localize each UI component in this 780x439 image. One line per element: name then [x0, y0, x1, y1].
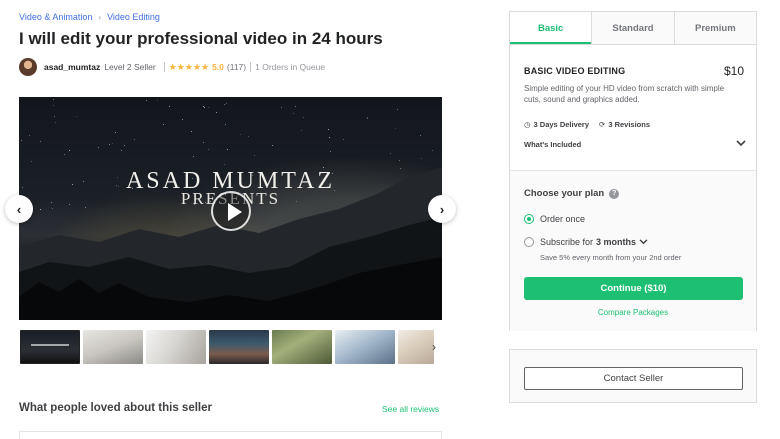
package-header: BASIC VIDEO EDITING $10	[524, 64, 744, 78]
star-rating-icon: ★★★★★	[168, 61, 210, 72]
continue-button[interactable]: Continue ($10)	[524, 277, 743, 300]
gallery-thumbnail[interactable]	[335, 330, 395, 364]
order-once-label: Order once	[540, 214, 586, 224]
tab-standard[interactable]: Standard	[591, 12, 674, 44]
chevron-left-icon: ‹	[16, 201, 22, 217]
breadcrumb-link-video-animation[interactable]: Video & Animation	[19, 12, 92, 22]
divider	[163, 62, 165, 72]
subscribe-label: Subscribe for	[540, 237, 594, 247]
choose-plan-heading: Choose your plan ?	[524, 188, 620, 199]
play-icon[interactable]	[211, 191, 251, 231]
package-price: $10	[723, 64, 744, 78]
revisions: ⟳ 3 Revisions	[599, 120, 650, 129]
tab-basic[interactable]: Basic	[510, 12, 592, 44]
package-meta: ◷ 3 Days Delivery ⟳ 3 Revisions	[524, 120, 650, 129]
refresh-icon: ⟳	[599, 120, 606, 129]
seller-overview: asad_mumtaz Level 2 Seller ★★★★★ 5.0 (11…	[19, 58, 325, 76]
avatar[interactable]	[19, 58, 37, 76]
divider	[250, 62, 252, 72]
seller-name-link[interactable]: asad_mumtaz	[44, 62, 100, 72]
whats-included-toggle[interactable]: What's Included	[524, 140, 746, 149]
package-name: BASIC VIDEO EDITING	[524, 66, 626, 76]
ratings-count-link[interactable]: (117)	[227, 62, 246, 72]
gallery-prev-button[interactable]: ‹	[5, 195, 33, 223]
choose-plan-label: Choose your plan	[524, 188, 605, 199]
delivery-time: ◷ 3 Days Delivery	[524, 120, 589, 129]
gallery-thumbnail[interactable]	[83, 330, 143, 364]
gig-video-player[interactable]: ASAD MUMTAZ PRESENTS	[19, 97, 442, 320]
gallery-thumbnail[interactable]	[146, 330, 206, 364]
breadcrumb: Video & Animation › Video Editing	[19, 12, 160, 22]
radio-order-once[interactable]	[524, 214, 534, 224]
help-icon[interactable]: ?	[609, 188, 620, 199]
page-title: I will edit your professional video in 2…	[19, 29, 383, 48]
breadcrumb-link-video-editing[interactable]: Video Editing	[107, 12, 160, 22]
reviews-section-heading: What people loved about this seller	[19, 402, 212, 414]
chevron-down-icon	[736, 140, 746, 147]
breadcrumb-separator-icon: ›	[98, 12, 102, 22]
tab-premium[interactable]: Premium	[673, 12, 756, 44]
delivery-text: 3 Days Delivery	[533, 120, 590, 129]
package-description: Simple editing of your HD video from scr…	[524, 84, 725, 104]
see-all-reviews-link[interactable]: See all reviews	[382, 404, 439, 414]
thumbnails-next-icon[interactable]: ›	[432, 340, 436, 354]
seller-level: Level 2 Seller	[104, 62, 156, 72]
clock-icon: ◷	[524, 120, 531, 129]
subscription-savings-note: Save 5% every month from your 2nd order	[540, 253, 682, 262]
gallery-thumbnails	[20, 330, 445, 364]
package-panel: Basic Standard Premium BASIC VIDEO EDITI…	[509, 11, 757, 331]
whats-included-label: What's Included	[524, 140, 582, 149]
gallery-thumbnail[interactable]	[272, 330, 332, 364]
chevron-right-icon: ›	[439, 201, 445, 217]
radio-subscribe[interactable]	[524, 237, 534, 247]
order-once-option[interactable]: Order once	[524, 214, 585, 224]
package-tabs: Basic Standard Premium	[510, 12, 756, 45]
rating-score: 5.0	[212, 62, 224, 72]
chevron-down-icon	[639, 239, 648, 245]
subscription-duration-select[interactable]: 3 months	[596, 237, 636, 247]
contact-seller-panel: Contact Seller	[509, 349, 757, 403]
gallery-thumbnail[interactable]	[398, 330, 434, 364]
gallery-thumbnail[interactable]	[20, 330, 80, 364]
subscribe-option[interactable]: Subscribe for 3 months	[524, 237, 648, 247]
revisions-text: 3 Revisions	[608, 120, 650, 129]
compare-packages-link[interactable]: Compare Packages	[510, 308, 756, 317]
gallery-next-button[interactable]: ›	[428, 195, 456, 223]
gallery-thumbnail[interactable]	[209, 330, 269, 364]
orders-in-queue: 1 Orders in Queue	[255, 62, 326, 72]
contact-seller-button[interactable]: Contact Seller	[524, 367, 743, 390]
review-card	[19, 431, 442, 439]
